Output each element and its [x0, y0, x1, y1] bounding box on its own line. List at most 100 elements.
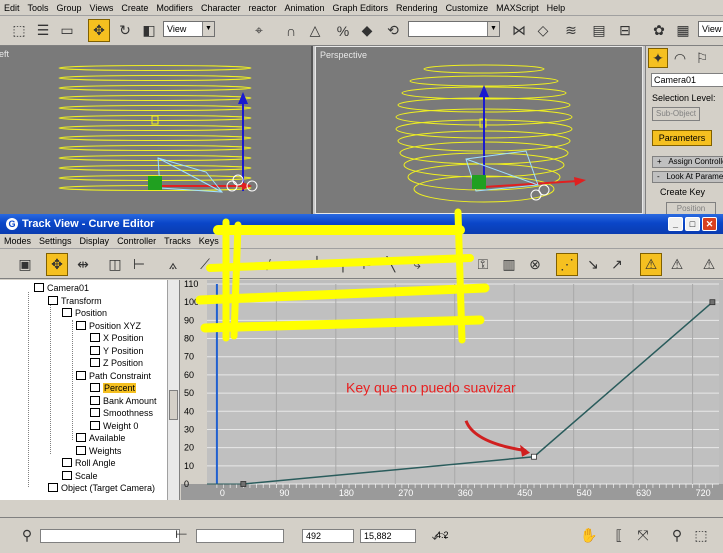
named-selection-sets-select[interactable]: ▼ [408, 21, 500, 37]
tree-node[interactable]: Transform [48, 295, 102, 307]
tree-scrollbar[interactable] [167, 280, 179, 500]
material-editor-icon[interactable]: ✿ [648, 19, 670, 42]
tangent-step-icon[interactable]: ⌐ [356, 253, 378, 276]
menu-tools[interactable]: Tools [24, 3, 53, 13]
minimize-button[interactable]: _ [668, 217, 683, 231]
select-by-name-icon[interactable]: ☰ [32, 19, 54, 42]
menu-reactor[interactable]: reactor [244, 3, 280, 13]
object-name-field[interactable]: Camera01 [651, 73, 723, 87]
menu-rendering[interactable]: Rendering [392, 3, 442, 13]
show-all-tangents-icon[interactable]: ↘ [582, 253, 604, 276]
menu-create[interactable]: Create [117, 3, 152, 13]
render-type-select[interactable]: View [698, 21, 723, 37]
tv-menu-modes[interactable]: Modes [0, 236, 35, 246]
curve-graph-svg[interactable]: 0 10 20 30 40 50 60 70 80 90 100 110 0 90 180 270 360 450… [181, 280, 723, 500]
maximize-button[interactable]: □ [685, 217, 700, 231]
pan-icon[interactable]: ✋ [578, 524, 600, 547]
schematic-view-icon[interactable]: ⊟ [614, 19, 636, 42]
tree-node[interactable]: X Position [90, 332, 144, 344]
zoom-horizontal-icon[interactable]: ⟦ [608, 524, 630, 547]
tangent-custom-icon[interactable]: ∿ [280, 253, 302, 276]
filter-icon[interactable]: ⚲ [16, 524, 38, 547]
menu-views[interactable]: Views [86, 3, 118, 13]
tree-node[interactable]: Available [76, 432, 125, 444]
parameters-button[interactable]: Parameters [652, 130, 712, 146]
sub-object-button[interactable]: Sub-Object [652, 107, 700, 121]
align-icon[interactable]: ◇ [532, 19, 554, 42]
draw-curves-icon[interactable]: ⟋ [194, 253, 216, 276]
create-tab-icon[interactable]: ✦ [648, 48, 668, 68]
frame-field[interactable]: 492 [302, 529, 354, 543]
tree-node[interactable]: Weight 0 [90, 420, 138, 432]
tree-node[interactable]: Percent [90, 382, 137, 394]
tangent-linear-icon[interactable]: ╲ [380, 253, 402, 276]
tangent-slow-icon[interactable]: ╮ [332, 253, 354, 276]
params-multiplier-icon[interactable]: ⚠ [666, 253, 688, 276]
filters-icon[interactable]: ▣ [14, 253, 36, 276]
assign-controller-rollout[interactable]: + Assign Controller [652, 156, 723, 168]
snap-toggle-icon[interactable]: ∩ [280, 19, 302, 42]
snap-frames-icon[interactable]: ▥ [498, 253, 520, 276]
tree-node[interactable]: Position [62, 307, 107, 319]
menu-character[interactable]: Character [197, 3, 245, 13]
menu-group[interactable]: Group [53, 3, 86, 13]
layer-manager-icon[interactable]: ≋ [560, 19, 582, 42]
zoom-icon[interactable]: ⚲ [666, 524, 688, 547]
select-object-icon[interactable]: ⬚ [8, 19, 30, 42]
tangent-fast-icon[interactable]: ╰ [306, 253, 328, 276]
lock-selection-icon[interactable]: ⚿ [472, 253, 494, 276]
remove-curve-icon[interactable]: ⚠ [698, 253, 720, 276]
tree-node[interactable]: Scale [62, 470, 98, 482]
named-selection-icon[interactable]: ⟲ [382, 19, 404, 42]
tv-menu-tracks[interactable]: Tracks [160, 236, 195, 246]
abc-key-icon[interactable]: ⟝ [170, 522, 192, 545]
move-keys-icon[interactable]: ✥ [46, 253, 68, 276]
rectangular-region-icon[interactable]: ▭ [56, 19, 78, 42]
tangent-smooth-icon[interactable]: ⤷ [406, 253, 428, 276]
spinner-snap-icon[interactable]: ◆ [356, 19, 378, 42]
left-viewport[interactable]: Left [0, 46, 313, 214]
add-keys-icon[interactable]: ⟑ [162, 253, 184, 276]
scale-values-icon[interactable]: ⊢ [128, 253, 150, 276]
value-field[interactable]: 15,882 [360, 529, 416, 543]
hierarchy-tab-icon[interactable]: ⚐ [692, 48, 712, 68]
select-and-move-icon[interactable]: ✥ [88, 19, 110, 42]
parameter-curve-icon[interactable]: ⊗ [524, 253, 546, 276]
tv-menu-display[interactable]: Display [76, 236, 114, 246]
lock-tangents-icon[interactable]: ↗ [606, 253, 628, 276]
curve-key[interactable] [709, 299, 716, 306]
track-set-select[interactable] [196, 529, 284, 543]
perspective-viewport[interactable]: Perspective [315, 46, 643, 214]
slide-keys-icon[interactable]: ⇹ [72, 253, 94, 276]
render-scene-icon[interactable]: ▦ [672, 19, 694, 42]
zoom-region-icon[interactable]: ⬚ [690, 524, 712, 547]
tangent-auto-icon[interactable]: √ [256, 253, 278, 276]
pivot-center-icon[interactable]: ⌖ [248, 19, 270, 42]
reference-coordinate-select[interactable]: View ▼ [163, 21, 215, 37]
scrollbar-thumb[interactable] [169, 390, 178, 420]
look-at-rollout[interactable]: - Look At Parameters [652, 171, 723, 183]
angle-snap-icon[interactable]: △ [304, 19, 326, 42]
tv-menu-settings[interactable]: Settings [35, 236, 76, 246]
modify-tab-icon[interactable]: ◠ [670, 48, 690, 68]
tv-menu-controller[interactable]: Controller [113, 236, 160, 246]
controller-hierarchy-tree[interactable]: Camera01 Transform Position Position XYZ X P… [0, 280, 180, 500]
tree-node[interactable]: Camera01 [34, 282, 89, 294]
tree-node[interactable]: Bank Amount [90, 395, 157, 407]
close-button[interactable]: ✕ [702, 217, 717, 231]
tv-menu-keys[interactable]: Keys [195, 236, 223, 246]
show-keyable-icon[interactable]: ⋰ [556, 253, 578, 276]
tree-node[interactable]: Smoothness [90, 407, 153, 419]
tree-node[interactable]: Z Position [90, 357, 143, 369]
select-and-rotate-icon[interactable]: ↻ [114, 19, 136, 42]
menu-graph-editors[interactable]: Graph Editors [329, 3, 393, 13]
menu-animation[interactable]: Animation [280, 3, 328, 13]
zoom-extents-icon[interactable]: ⤧ [632, 524, 654, 547]
curve-key[interactable] [240, 481, 247, 487]
params-ease-icon[interactable]: ⚠ [640, 253, 662, 276]
menu-customize[interactable]: Customize [442, 3, 493, 13]
curve-graph[interactable]: 0 10 20 30 40 50 60 70 80 90 100 110 0 90 180 270 360 450… [181, 280, 723, 500]
menu-maxscript[interactable]: MAXScript [492, 3, 543, 13]
tree-node[interactable]: Y Position [90, 345, 143, 357]
menu-edit[interactable]: Edit [0, 3, 24, 13]
